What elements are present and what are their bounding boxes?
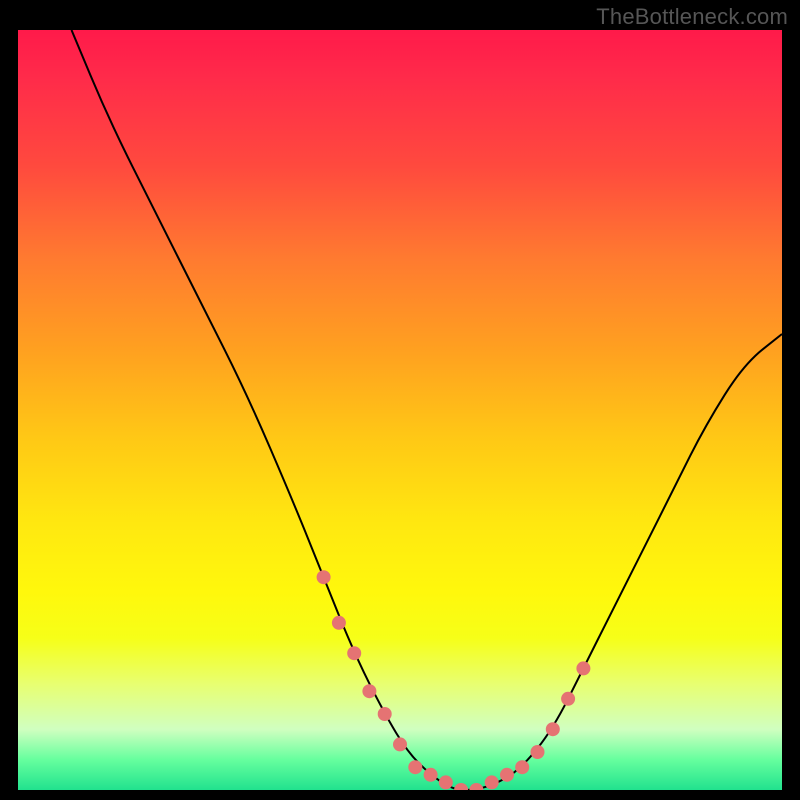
- highlight-dot: [362, 684, 376, 698]
- highlight-dot: [454, 783, 468, 790]
- plot-area: [18, 30, 782, 790]
- highlight-dot: [332, 616, 346, 630]
- chart-frame: TheBottleneck.com: [0, 0, 800, 800]
- highlight-dot: [424, 768, 438, 782]
- highlight-dot: [393, 737, 407, 751]
- highlight-dot: [515, 760, 529, 774]
- highlight-dots-group: [317, 570, 591, 790]
- curve-svg: [18, 30, 782, 790]
- highlight-dot: [576, 661, 590, 675]
- highlight-dot: [500, 768, 514, 782]
- watermark-text: TheBottleneck.com: [596, 4, 788, 30]
- highlight-dot: [347, 646, 361, 660]
- highlight-dot: [317, 570, 331, 584]
- highlight-dot: [439, 775, 453, 789]
- bottleneck-curve: [72, 30, 783, 790]
- highlight-dot: [378, 707, 392, 721]
- highlight-dot: [531, 745, 545, 759]
- highlight-dot: [561, 692, 575, 706]
- highlight-dot: [469, 783, 483, 790]
- highlight-dot: [546, 722, 560, 736]
- highlight-dot: [485, 775, 499, 789]
- highlight-dot: [408, 760, 422, 774]
